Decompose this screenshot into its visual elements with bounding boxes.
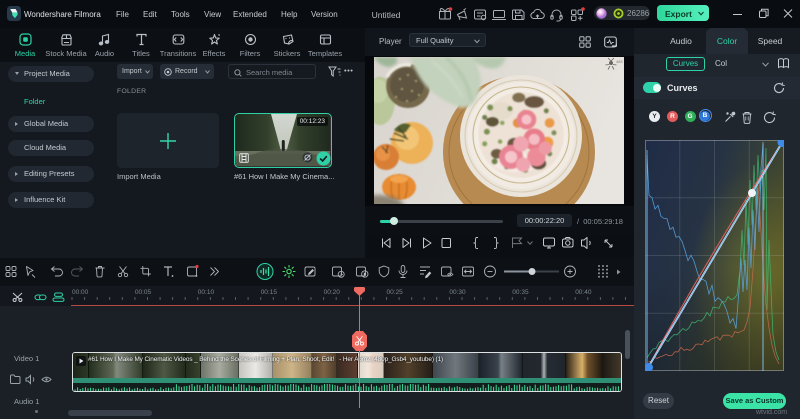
svg-text:485: 485 bbox=[616, 59, 623, 64]
